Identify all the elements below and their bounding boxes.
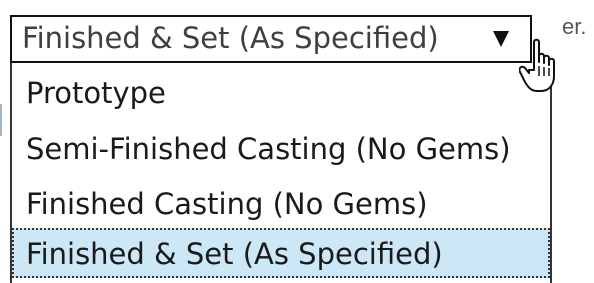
option-label: Semi-Finished Casting (No Gems) xyxy=(26,132,511,166)
option-label: Prototype xyxy=(26,76,166,110)
option-prototype[interactable]: Prototype xyxy=(12,67,550,117)
option-semi-finished-casting[interactable]: Semi-Finished Casting (No Gems) xyxy=(12,123,550,173)
finish-select[interactable]: Finished & Set (As Specified) xyxy=(10,15,532,63)
hand-pointer-icon xyxy=(519,38,555,92)
triangle-down-icon[interactable] xyxy=(493,31,509,47)
background-text: er. xyxy=(562,14,587,39)
option-label: Finished & Set (As Specified) xyxy=(26,237,443,271)
option-label: Finished Casting (No Gems) xyxy=(26,187,428,221)
select-current-value: Finished & Set (As Specified) xyxy=(22,21,439,55)
option-finished-and-set[interactable]: Finished & Set (As Specified) xyxy=(12,228,550,278)
finish-options-list: Prototype Semi-Finished Casting (No Gems… xyxy=(10,63,552,283)
page-edge-marker xyxy=(0,104,2,136)
option-finished-casting[interactable]: Finished Casting (No Gems) xyxy=(12,178,550,228)
